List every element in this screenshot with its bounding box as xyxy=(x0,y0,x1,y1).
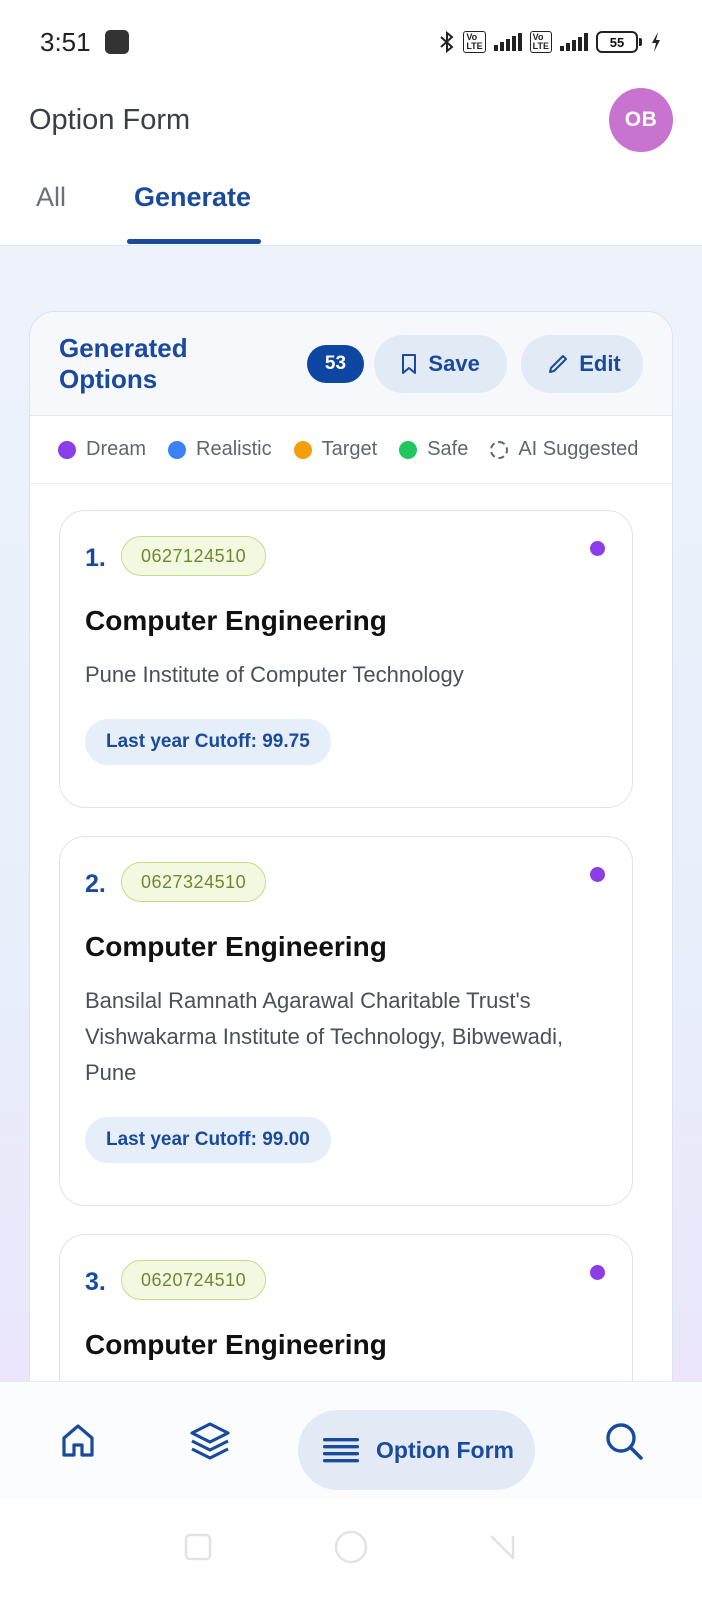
option-number: 2. xyxy=(85,870,106,898)
signal-icon xyxy=(560,33,588,51)
branch-name: Computer Engineering xyxy=(85,1329,387,1360)
nav-option-form[interactable]: Option Form xyxy=(298,1410,535,1490)
realistic-dot-icon xyxy=(168,440,187,459)
save-button[interactable]: Save xyxy=(374,334,508,393)
options-count-badge: 53 xyxy=(306,344,365,383)
category-dot-icon xyxy=(590,867,605,882)
option-number: 3. xyxy=(85,1268,106,1296)
nav-search[interactable] xyxy=(594,1411,654,1471)
edit-label: Edit xyxy=(579,350,621,376)
legend-realistic: Realistic xyxy=(168,438,272,461)
legend-label: Dream xyxy=(86,438,147,460)
volte-icon: Vo LTE xyxy=(463,31,486,53)
branch-name: Computer Engineering xyxy=(85,931,387,962)
category-legend: Dream Realistic Target Safe AI Suggested xyxy=(30,416,672,484)
legend-target: Target xyxy=(293,438,378,461)
home-circle-icon[interactable] xyxy=(332,1528,370,1566)
app-header: Option Form OB xyxy=(0,84,702,156)
category-dot-icon xyxy=(590,541,605,556)
volte-icon-2: Vo LTE xyxy=(529,31,552,53)
college-code-chip: 0627124510 xyxy=(121,536,267,576)
search-icon xyxy=(606,1423,643,1460)
content-area[interactable]: Generated Options 53 Save Edit Dream Rea… xyxy=(0,246,702,1381)
bookmark-icon xyxy=(402,353,417,374)
home-icon xyxy=(62,1424,94,1457)
tab-bar: All Generate xyxy=(0,160,702,246)
charging-icon xyxy=(652,32,660,52)
recents-icon[interactable] xyxy=(183,1532,213,1562)
layers-icon xyxy=(190,1422,230,1460)
menu-lines-icon xyxy=(323,1438,359,1463)
option-card[interactable]: 2. 0627324510 Computer Engineering Bansi… xyxy=(59,836,633,1206)
cutoff-badge: Last year Cutoff: 99.00 xyxy=(85,1117,331,1163)
signal-5g-icon xyxy=(493,33,522,51)
generated-options-panel: Generated Options 53 Save Edit Dream Rea… xyxy=(29,311,673,1381)
bluetooth-icon xyxy=(440,30,454,54)
system-nav-bar xyxy=(0,1499,702,1600)
pencil-icon xyxy=(549,354,568,373)
nav-home[interactable] xyxy=(48,1411,108,1471)
panel-title: Generated Options xyxy=(59,332,188,394)
category-dot-icon xyxy=(590,1265,605,1280)
institute-name: Pune Institute of Computer Technology xyxy=(85,662,464,687)
safe-dot-icon xyxy=(399,440,418,459)
college-code-chip: 0620724510 xyxy=(121,1260,267,1300)
option-number: 1. xyxy=(85,544,106,572)
edit-button[interactable]: Edit xyxy=(521,334,643,393)
option-card[interactable]: 3. 0620724510 Computer Engineering xyxy=(59,1234,633,1381)
save-label: Save xyxy=(428,350,480,376)
battery-level: 55 xyxy=(609,34,625,50)
dream-dot-icon xyxy=(58,440,76,459)
nav-option-form-label: Option Form xyxy=(376,1436,514,1463)
cutoff-badge: Last year Cutoff: 99.75 xyxy=(85,719,331,765)
college-code-chip: 0627324510 xyxy=(121,862,267,902)
tab-all[interactable]: All xyxy=(36,182,66,213)
status-icons: Vo LTE Vo LTE 55 xyxy=(439,30,662,54)
status-time: 3:51 xyxy=(40,26,91,57)
status-bar: 3:51 Vo LTE Vo LTE 55 xyxy=(0,0,702,84)
legend-safe: Safe xyxy=(399,438,468,461)
target-dot-icon xyxy=(293,440,312,459)
legend-label: Target xyxy=(321,438,378,460)
ai-suggested-dashed-icon xyxy=(490,440,509,459)
avatar[interactable]: OB xyxy=(609,88,673,152)
legend-label: Realistic xyxy=(196,438,272,460)
battery-icon: 55 xyxy=(596,31,642,53)
institute-name: Bansilal Ramnath Agarawal Charitable Tru… xyxy=(85,988,564,1085)
nav-layers[interactable] xyxy=(180,1411,240,1471)
back-icon[interactable] xyxy=(487,1532,517,1562)
active-tab-indicator xyxy=(127,239,261,244)
legend-label: AI Suggested xyxy=(518,438,639,460)
legend-dream: Dream xyxy=(58,438,146,461)
page-title: Option Form xyxy=(29,103,191,136)
legend-ai-suggested: AI Suggested xyxy=(490,438,638,461)
tab-generate[interactable]: Generate xyxy=(134,182,251,213)
option-card[interactable]: 1. 0627124510 Computer Engineering Pune … xyxy=(59,510,633,808)
branch-name: Computer Engineering xyxy=(85,605,387,636)
notification-icon xyxy=(104,30,129,54)
panel-header: Generated Options 53 Save Edit xyxy=(30,312,672,416)
legend-label: Safe xyxy=(427,438,469,460)
bottom-nav: Option Form xyxy=(0,1381,702,1499)
